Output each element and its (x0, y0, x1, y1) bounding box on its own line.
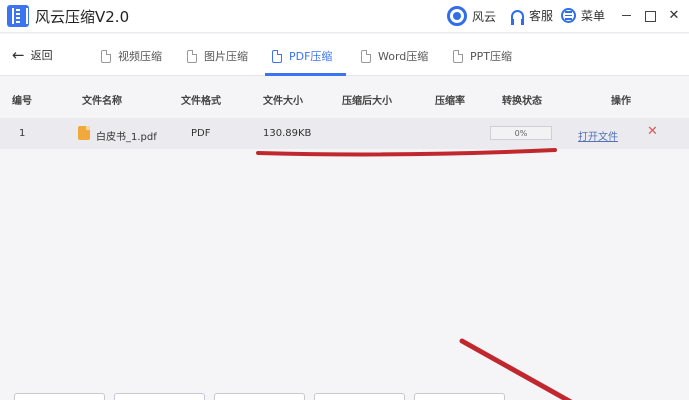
open-file-link[interactable]: 打开文件 (578, 128, 618, 143)
app-logo-icon (7, 5, 29, 27)
tab-ppt-compress[interactable]: PPT压缩 (453, 46, 512, 66)
ppt-file-icon (453, 49, 463, 63)
brand-logo-icon (447, 6, 467, 26)
title-bar: 风云压缩V2.0 风云 客服 菜单 ✕ (0, 0, 689, 33)
headset-icon (511, 9, 524, 25)
conversion-progress-bar: 0% (490, 126, 552, 140)
bottom-button-2[interactable] (114, 393, 205, 400)
column-header-name: 文件名称 (82, 96, 122, 107)
menu-icon (561, 8, 576, 23)
column-header-ratio: 压缩率 (435, 96, 465, 107)
tab-pdf-compress[interactable]: PDF压缩 (272, 46, 332, 66)
bottom-button-3[interactable] (214, 393, 305, 400)
minimize-button[interactable] (617, 6, 637, 26)
maximize-button[interactable] (640, 6, 660, 26)
app-title: 风云压缩V2.0 (35, 8, 130, 26)
row-file-format: PDF (191, 128, 211, 139)
pdf-file-icon (78, 126, 90, 140)
word-file-icon (361, 49, 371, 63)
table-header: 编号 文件名称 文件格式 文件大小 压缩后大小 压缩率 转换状态 操作 (0, 86, 689, 108)
active-tab-indicator (265, 73, 346, 76)
back-label: 返回 (30, 49, 53, 62)
row-file-name: 白皮书_1.pdf (96, 132, 157, 143)
annotation-underline (256, 148, 557, 157)
annotation-arrow-stroke (459, 338, 573, 400)
close-window-button[interactable]: ✕ (664, 6, 684, 26)
tab-word-compress[interactable]: Word压缩 (361, 46, 428, 66)
video-file-icon (101, 49, 111, 63)
column-header-format: 文件格式 (181, 96, 221, 107)
bottom-button-4[interactable] (314, 393, 405, 400)
column-header-compressed-size: 压缩后大小 (342, 96, 392, 107)
table-row[interactable]: 1 白皮书_1.pdf PDF 130.89KB 0% 打开文件 ✕ (0, 118, 689, 149)
progress-text: 0% (514, 129, 528, 138)
image-file-icon (187, 49, 197, 63)
delete-row-button[interactable]: ✕ (647, 124, 658, 139)
column-header-index: 编号 (12, 96, 32, 107)
column-header-size: 文件大小 (263, 96, 303, 107)
pdf-file-icon (272, 49, 282, 63)
brand-label: 风云 (472, 9, 497, 24)
menu-button[interactable]: 菜单 (561, 7, 605, 24)
tab-label: Word压缩 (378, 50, 429, 63)
tab-label: PPT压缩 (470, 50, 512, 63)
back-button[interactable]: ← 返回 (12, 47, 53, 63)
row-file-size: 130.89KB (263, 128, 312, 139)
bottom-button-5[interactable] (414, 393, 505, 400)
tab-label: 图片压缩 (204, 50, 248, 63)
row-index: 1 (19, 128, 26, 139)
customer-service-button[interactable]: 客服 (511, 7, 554, 25)
menu-label: 菜单 (581, 9, 606, 23)
tab-video-compress[interactable]: 视频压缩 (101, 46, 162, 66)
back-arrow-icon: ← (12, 46, 25, 64)
tab-label: 视频压缩 (118, 50, 162, 63)
column-header-actions: 操作 (611, 96, 631, 107)
nav-bar: ← 返回 视频压缩 图片压缩 PDF压缩 Word压缩 PPT压缩 (0, 34, 689, 76)
bottom-button-1[interactable] (14, 393, 105, 400)
tab-label: PDF压缩 (289, 50, 333, 63)
tab-image-compress[interactable]: 图片压缩 (187, 46, 248, 66)
customer-service-label: 客服 (529, 9, 554, 23)
column-header-status: 转换状态 (502, 96, 542, 107)
brand-button[interactable]: 风云 (447, 6, 496, 26)
